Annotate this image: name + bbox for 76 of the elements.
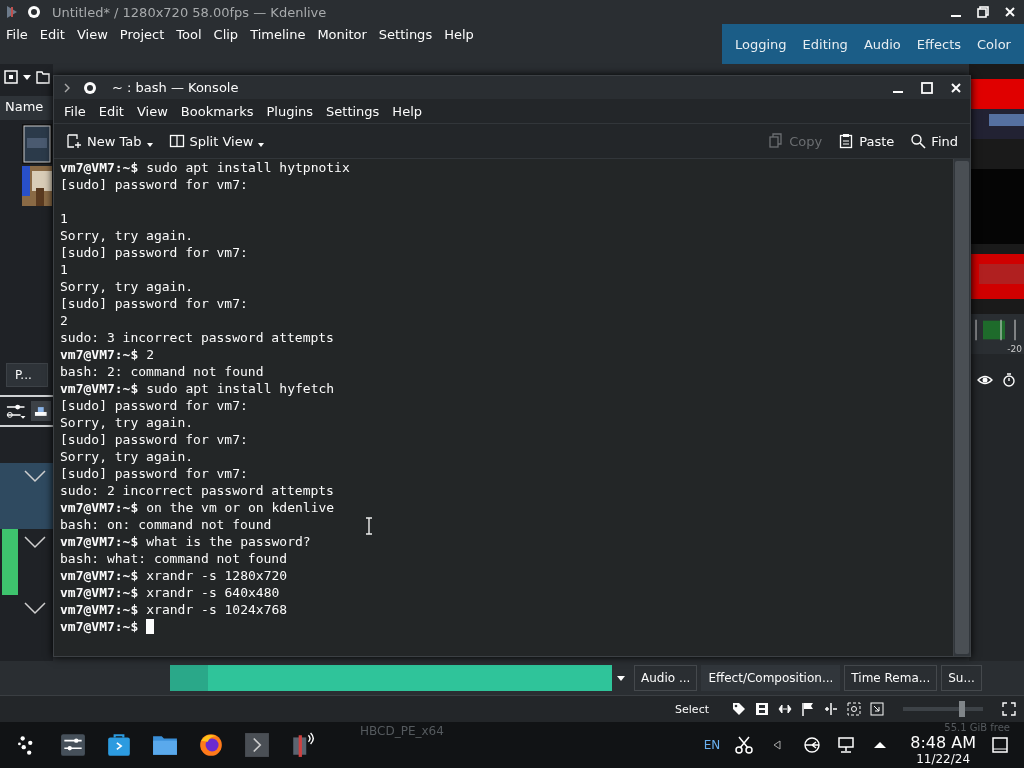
output-line: [sudo] password for vm7:: [60, 397, 248, 414]
command-text: sudo apt install hyfetch: [146, 380, 335, 397]
menu-item[interactable]: File: [6, 26, 28, 43]
panel-tab[interactable]: Su...: [941, 665, 982, 691]
output-line: bash: what: command not found: [60, 550, 287, 567]
menu-item[interactable]: Help: [444, 26, 474, 43]
panel-tab[interactable]: P...: [6, 363, 48, 387]
menu-item[interactable]: Edit: [98, 103, 124, 119]
menu-item[interactable]: Help: [392, 103, 422, 119]
output-line: 1: [60, 261, 68, 278]
menu-item[interactable]: Timeline: [250, 26, 306, 43]
output-line: [sudo] password for vm7:: [60, 295, 248, 312]
menu-item[interactable]: Tool: [176, 26, 202, 43]
output-line: Sorry, try again.: [60, 448, 194, 465]
menu-item[interactable]: Edit: [39, 26, 65, 43]
output-line: bash: on: command not found: [60, 516, 272, 533]
menu-item[interactable]: File: [64, 103, 86, 119]
panel-tab[interactable]: Time Rema...: [844, 665, 938, 691]
menu-item[interactable]: View: [136, 103, 168, 119]
command-text: xrandr -s 640x480: [146, 584, 280, 601]
panel-tab[interactable]: Audio ...: [634, 665, 698, 691]
window-title: Untitled* / 1280x720 58.00fps — Kdenlive: [52, 4, 327, 20]
shell-prompt: vm7@VM7:~$: [60, 618, 139, 635]
output-line: Sorry, try again.: [60, 227, 194, 244]
shell-prompt: vm7@VM7:~$: [60, 380, 139, 397]
command-text: on the vm or on kdenlive: [146, 499, 335, 516]
free-space-label: 55.1 GiB free: [944, 722, 1010, 733]
command-text: sudo apt install hytpnotix: [146, 159, 350, 176]
command-text: what is the password?: [146, 533, 311, 550]
menu-item[interactable]: Bookmarks: [180, 103, 254, 119]
command-text: 2: [146, 346, 155, 363]
menu-item[interactable]: Settings: [326, 103, 380, 119]
workspace-tab[interactable]: Audio: [863, 36, 901, 52]
window-label: HBCD_PE_x64: [360, 724, 444, 738]
command-text: xrandr -s 1280x720: [146, 567, 288, 584]
output-line: Sorry, try again.: [60, 278, 194, 295]
output-line: sudo: 2 incorrect password attempts: [60, 482, 334, 499]
shell-prompt: vm7@VM7:~$: [60, 567, 139, 584]
output-line: [sudo] password for vm7:: [60, 465, 248, 482]
panel-tab[interactable]: Effect/Composition...: [701, 665, 841, 691]
shell-prompt: vm7@VM7:~$: [60, 159, 139, 176]
command-text: xrandr -s 1024x768: [146, 601, 288, 618]
shell-prompt: vm7@VM7:~$: [60, 499, 139, 516]
clock-date[interactable]: 11/22/24: [916, 750, 971, 767]
output-line: [sudo] password for vm7:: [60, 431, 248, 448]
workspace-tab[interactable]: Color: [977, 36, 1011, 52]
menu-item[interactable]: Monitor: [317, 26, 367, 43]
output-line: 2: [60, 312, 68, 329]
new-tab-button[interactable]: New Tab: [60, 130, 159, 152]
output-line: 1: [60, 210, 68, 227]
output-line: sudo: 3 incorrect password attempts: [60, 329, 334, 346]
menu-item[interactable]: Project: [119, 26, 165, 43]
find-button[interactable]: Find: [904, 130, 964, 152]
paste-button[interactable]: Paste: [832, 130, 901, 152]
workspace-tab[interactable]: Effects: [916, 36, 961, 52]
menu-item[interactable]: Clip: [213, 26, 239, 43]
workspace-tab[interactable]: Editing: [802, 36, 848, 52]
window-title: ~ : bash — Konsole: [112, 80, 239, 95]
output-line: Sorry, try again.: [60, 414, 194, 431]
keyboard-layout[interactable]: EN: [703, 738, 721, 752]
menu-item[interactable]: Plugins: [266, 103, 314, 119]
column-header[interactable]: Name: [0, 96, 53, 120]
shell-prompt: vm7@VM7:~$: [60, 584, 139, 601]
output-line: bash: 2: command not found: [60, 363, 264, 380]
menu-item[interactable]: Settings: [378, 26, 433, 43]
workspace-tab[interactable]: Logging: [735, 36, 787, 52]
shell-prompt: vm7@VM7:~$: [60, 533, 139, 550]
meter-label: -20: [1007, 344, 1022, 354]
shell-prompt: vm7@VM7:~$: [60, 346, 139, 363]
clock-time[interactable]: 8:48 AM: [910, 734, 976, 751]
menu-item[interactable]: View: [76, 26, 108, 43]
tool-label: Select: [675, 702, 709, 716]
output-line: [sudo] password for vm7:: [60, 176, 248, 193]
shell-prompt: vm7@VM7:~$: [60, 601, 139, 618]
split-view-button[interactable]: Split View: [162, 130, 271, 152]
output-line: [sudo] password for vm7:: [60, 244, 248, 261]
